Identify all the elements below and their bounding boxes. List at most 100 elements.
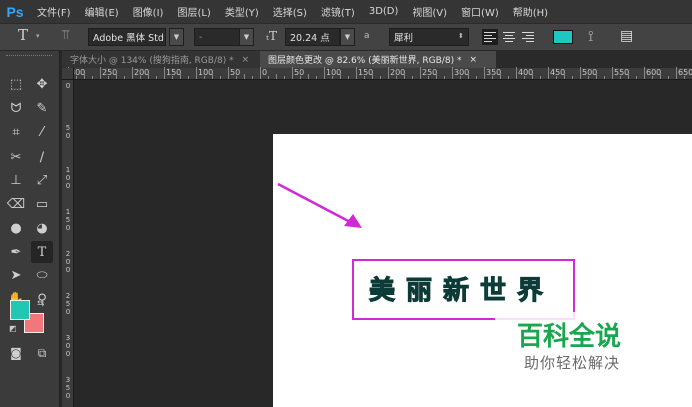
ruler-minor-tick xyxy=(172,76,173,79)
eraser-tool-icon[interactable]: ⌫ xyxy=(5,193,27,215)
ruler-label: 650 xyxy=(678,68,692,77)
brush-tool-icon[interactable]: ∕ xyxy=(31,146,53,168)
ruler-minor-tick xyxy=(372,74,373,79)
ruler-label: 250 xyxy=(65,292,71,316)
quick-select-tool-icon[interactable]: ✎ xyxy=(31,97,53,119)
toggle-orientation-icon[interactable]: ⫪ xyxy=(62,28,69,43)
ruler-tick xyxy=(612,67,613,79)
toolbox-grip[interactable] xyxy=(6,55,52,58)
menu-help[interactable]: 帮助(H) xyxy=(506,4,555,19)
font-family-dropdown-arrow-icon[interactable]: ▼ xyxy=(169,28,184,46)
font-size-dropdown-arrow-icon[interactable]: ▼ xyxy=(340,28,355,46)
tab-font-size-doc[interactable]: 字体大小 @ 134% (搜狗指南, RGB/8) * × xyxy=(62,51,260,68)
align-center-button[interactable] xyxy=(501,29,517,45)
ruler-tick xyxy=(420,67,421,79)
clone-stamp-tool-icon[interactable]: ⊥ xyxy=(5,169,27,191)
font-family-select[interactable]: Adobe 黑体 Std xyxy=(88,28,166,46)
history-brush-tool-icon[interactable]: ⤢ xyxy=(31,169,53,191)
pen-tool-icon[interactable]: ✒ xyxy=(5,241,27,263)
menu-3d[interactable]: 3D(D) xyxy=(362,6,406,17)
ruler-minor-tick xyxy=(556,76,557,79)
ruler-tick xyxy=(548,67,549,79)
ruler-minor-tick xyxy=(308,74,309,79)
ruler-minor-tick xyxy=(140,76,141,79)
ruler-minor-tick xyxy=(396,76,397,79)
ruler-minor-tick xyxy=(116,74,117,79)
blur-tool-icon[interactable]: ● xyxy=(5,217,27,239)
ruler-minor-tick xyxy=(148,74,149,79)
ruler-origin[interactable] xyxy=(62,68,74,80)
menu-window[interactable]: 窗口(W) xyxy=(454,4,506,19)
close-icon[interactable]: × xyxy=(469,55,477,65)
dodge-tool-icon[interactable]: ◕ xyxy=(31,217,53,239)
lasso-tool-icon[interactable]: ᗢ xyxy=(5,97,27,119)
eyedropper-tool-icon[interactable]: ⁄ xyxy=(31,121,53,143)
menu-edit[interactable]: 编辑(E) xyxy=(78,4,126,19)
menu-file[interactable]: 文件(F) xyxy=(30,4,78,19)
vertical-ruler[interactable]: 0 50 100 150 200 250 300 350 xyxy=(62,80,74,407)
tool-preset-arrow-icon[interactable]: ▾ xyxy=(36,32,40,40)
ruler-tick xyxy=(356,67,357,79)
align-left-button[interactable] xyxy=(482,29,498,45)
tab-layer-color-doc[interactable]: 图层颜色更改 @ 82.6% (美丽新世界, RGB/8) * × xyxy=(260,51,496,68)
warp-text-icon[interactable]: ⟟ xyxy=(588,27,594,45)
antialias-dropdown-icon[interactable]: ⬍ xyxy=(458,32,464,40)
photoshop-logo: Ps xyxy=(6,3,24,20)
ruler-tick xyxy=(676,67,677,79)
ruler-minor-tick xyxy=(252,76,253,79)
ruler-label: 100 xyxy=(326,68,342,77)
path-select-tool-icon[interactable]: ➤ xyxy=(5,264,27,286)
ruler-label: 50 xyxy=(65,124,71,140)
menu-view[interactable]: 视图(V) xyxy=(405,4,454,19)
move-tool-icon[interactable]: ✥ xyxy=(31,73,53,95)
ruler-minor-tick xyxy=(348,76,349,79)
ruler-minor-tick xyxy=(588,76,589,79)
ruler-tick xyxy=(132,67,133,79)
ruler-minor-tick xyxy=(524,76,525,79)
ruler-minor-tick xyxy=(364,76,365,79)
horizontal-ruler[interactable]: 300 250 200 150 100 50 0 50 100 150 200 250 300 350 40… xyxy=(62,67,692,80)
ellipse-tool-icon[interactable]: ⬭ xyxy=(31,264,53,286)
align-right-button[interactable] xyxy=(520,29,536,45)
ruler-minor-tick xyxy=(436,74,437,79)
ruler-tick xyxy=(580,67,581,79)
ruler-label: 550 xyxy=(614,68,630,77)
font-style-dropdown-arrow-icon[interactable]: ▼ xyxy=(239,28,254,46)
ruler-minor-tick xyxy=(276,74,277,79)
character-panel-icon[interactable]: ▤ xyxy=(620,28,633,44)
ruler-minor-tick xyxy=(76,76,77,79)
marquee-tool-icon[interactable]: ⬚ xyxy=(5,73,27,95)
foreground-color-swatch[interactable] xyxy=(10,300,30,320)
ruler-minor-tick xyxy=(236,76,237,79)
type-tool-icon[interactable]: T xyxy=(31,241,53,263)
ruler-minor-tick xyxy=(604,76,605,79)
ruler-minor-tick xyxy=(316,76,317,79)
ruler-minor-tick xyxy=(404,74,405,79)
screen-mode-icon[interactable]: ⧉ xyxy=(31,342,53,364)
ruler-minor-tick xyxy=(156,76,157,79)
ruler-tick xyxy=(452,67,453,79)
default-colors-icon[interactable]: ◩ xyxy=(9,324,17,333)
ruler-minor-tick xyxy=(508,76,509,79)
healing-brush-tool-icon[interactable]: ✂ xyxy=(5,146,27,168)
watermark-subtitle: 助你轻松解决 xyxy=(524,354,621,372)
ruler-minor-tick xyxy=(284,76,285,79)
canvas-text-layer[interactable]: 美丽新世界 xyxy=(368,270,554,307)
gradient-tool-icon[interactable]: ▭ xyxy=(31,193,53,215)
menu-layer[interactable]: 图层(L) xyxy=(170,4,217,19)
menu-select[interactable]: 选择(S) xyxy=(266,4,314,19)
swap-colors-icon[interactable]: ⇆ xyxy=(37,299,45,309)
ruler-minor-tick xyxy=(188,76,189,79)
type-tool-icon[interactable]: T xyxy=(18,26,28,44)
menu-filter[interactable]: 滤镜(T) xyxy=(314,4,362,19)
antialias-select[interactable]: 犀利 xyxy=(389,28,469,46)
close-icon[interactable]: × xyxy=(242,55,250,65)
menu-image[interactable]: 图像(I) xyxy=(126,4,171,19)
ruler-tick xyxy=(164,67,165,79)
crop-tool-icon[interactable]: ⌗ xyxy=(5,121,27,143)
text-color-swatch[interactable] xyxy=(553,30,573,44)
quick-mask-icon[interactable]: ◙ xyxy=(5,342,27,364)
menu-type[interactable]: 类型(Y) xyxy=(218,4,266,19)
font-size-input[interactable]: 20.24 点 xyxy=(285,28,340,46)
ruler-minor-tick xyxy=(652,76,653,79)
